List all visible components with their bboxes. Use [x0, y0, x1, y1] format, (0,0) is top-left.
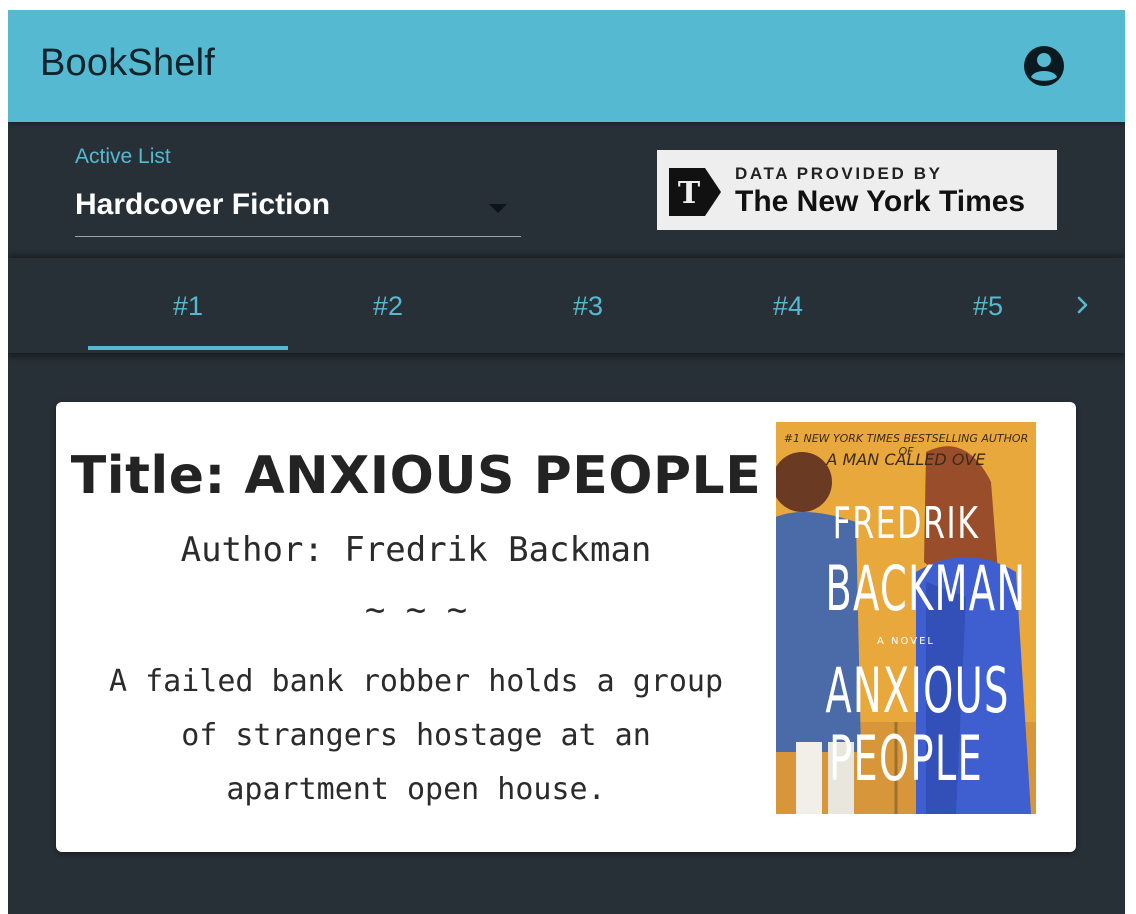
cover-subtitle: A MAN CALLED OVE [826, 450, 986, 469]
active-list-label: Active List [75, 145, 171, 168]
account-circle-icon[interactable] [1022, 44, 1066, 88]
rank-tabs: #1 #2 #3 #4 #5 [8, 258, 1125, 353]
section-divider: ~ ~ ~ [364, 590, 468, 630]
app-title: BookShelf [40, 42, 216, 84]
chevron-right-icon[interactable] [1072, 294, 1094, 316]
app-bar: BookShelf [8, 10, 1125, 122]
book-title: Title: ANXIOUS PEOPLE [70, 446, 762, 506]
nyt-attribution[interactable]: T DATA PROVIDED BY The New York Times [657, 150, 1057, 230]
active-tab-indicator [88, 346, 288, 350]
tab-rank-3[interactable]: #3 [488, 258, 688, 353]
book-cover-image: #1 NEW YORK TIMES BESTSELLING AUTHOR OF … [776, 422, 1036, 814]
book-description: A failed bank robber holds a group of st… [108, 664, 724, 807]
nyt-attribution-small: DATA PROVIDED BY [735, 164, 943, 183]
app-frame: BookShelf Active List Hardcover Fiction … [8, 10, 1125, 914]
book-author: Author: Fredrik Backman [180, 530, 652, 570]
active-list-value: Hardcover Fiction [75, 188, 331, 221]
tab-rank-4[interactable]: #4 [688, 258, 888, 353]
tab-rank-5[interactable]: #5 [888, 258, 1088, 353]
cover-title-line2: PEOPLE [828, 722, 984, 795]
cover-author-last: BACKMAN [825, 552, 1027, 625]
svg-text:T: T [678, 176, 701, 211]
cover-author-first: FREDRIK [832, 498, 980, 549]
cover-novel-label: A NOVEL [877, 636, 935, 647]
tab-rank-1[interactable]: #1 [88, 258, 288, 353]
nyt-logo-icon: T [669, 168, 721, 216]
nyt-attribution-name: The New York Times [735, 185, 1026, 218]
active-list-select[interactable]: Hardcover Fiction [75, 182, 521, 237]
caret-down-icon [489, 204, 507, 213]
book-card: Title: ANXIOUS PEOPLE Author: Fredrik Ba… [56, 402, 1076, 852]
tab-rank-2[interactable]: #2 [288, 258, 488, 353]
cover-title-line1: ANXIOUS [825, 654, 1010, 727]
